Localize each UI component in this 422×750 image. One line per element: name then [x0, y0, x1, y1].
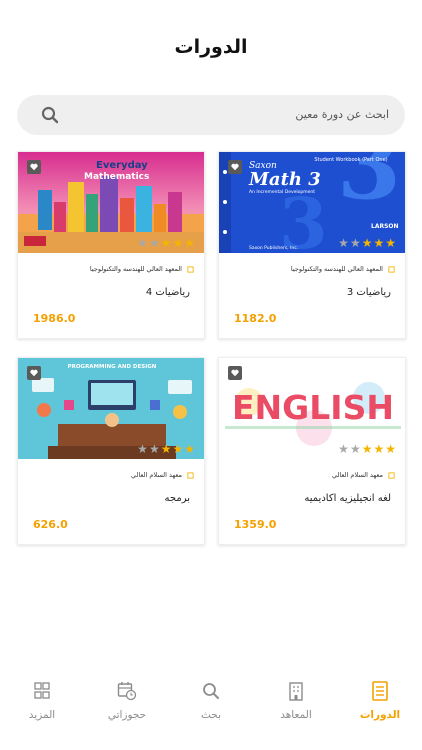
- favorite-icon[interactable]: [228, 160, 242, 174]
- cover-text: ENGLISH: [232, 388, 394, 427]
- star-icon: ★: [373, 442, 386, 456]
- building-icon: [187, 265, 194, 273]
- search-bar[interactable]: [17, 95, 405, 135]
- course-price: 1359.0: [234, 518, 277, 531]
- star-icon: ★: [338, 442, 350, 456]
- course-image: PROGRAMMING AND DESIGN ★★★★★: [18, 358, 204, 459]
- calendar-clock-icon: [117, 682, 137, 701]
- course-card[interactable]: ENGLISH ★★★★★ معهد السلام العالي لغه انج…: [218, 357, 406, 545]
- search-input[interactable]: [69, 95, 389, 135]
- tab-bookings[interactable]: حجوزاتي: [85, 681, 169, 721]
- building-icon: [289, 682, 303, 701]
- star-icon: ★: [137, 442, 149, 456]
- star-icon: ★: [148, 442, 161, 456]
- course-price: 1182.0: [234, 312, 277, 325]
- building-icon: [388, 265, 395, 273]
- course-card[interactable]: Everyday Mathematics ★★★★★ المعهد العالي…: [17, 151, 205, 339]
- star-icon: ★: [148, 236, 161, 250]
- star-icon: ★: [361, 442, 374, 456]
- favorite-icon[interactable]: [27, 160, 41, 174]
- page-title: الدورات: [174, 36, 248, 58]
- tab-search[interactable]: بحث: [169, 681, 253, 721]
- building-icon: [388, 471, 395, 479]
- star-icon: ★: [160, 442, 173, 456]
- cover-text: Math 3: [248, 169, 321, 190]
- institute-row: معهد السلام العالي: [219, 459, 405, 479]
- star-icon: ★: [373, 236, 386, 250]
- star-rating: ★★★★★: [137, 237, 196, 249]
- institute-name: معهد السلام العالي: [332, 471, 383, 479]
- course-image: ENGLISH ★★★★★: [219, 358, 405, 459]
- cover-text: An Incremental Development: [249, 189, 315, 195]
- tab-courses[interactable]: الدورات: [338, 681, 422, 721]
- star-icon: ★: [385, 236, 397, 250]
- cover-text: Saxon Publishers, Inc.: [249, 245, 298, 251]
- institute-name: معهد السلام العالي: [131, 471, 182, 479]
- course-name: لغه انجيليزيه اكاديميه: [304, 493, 391, 504]
- course-price: 1986.0: [33, 312, 76, 325]
- cover-text: Mathematics: [84, 172, 149, 182]
- grid-icon: [34, 682, 50, 699]
- course-image: Everyday Mathematics ★★★★★: [18, 152, 204, 253]
- favorite-icon[interactable]: [228, 366, 242, 380]
- institute-name: المعهد العالي للهندسه والتكنولوجيا: [89, 265, 182, 273]
- cover-text: Student Workbook (Part One): [314, 157, 387, 163]
- course-card[interactable]: PROGRAMMING AND DESIGN ★★★★★ معهد السلام…: [17, 357, 205, 545]
- course-name: رياضيات 3: [346, 287, 391, 298]
- star-icon: ★: [338, 236, 350, 250]
- tab-label: الدورات: [359, 709, 401, 721]
- star-rating: ★★★★★: [338, 237, 397, 249]
- star-icon: ★: [137, 236, 149, 250]
- star-icon: ★: [184, 236, 196, 250]
- institute-row: معهد السلام العالي: [18, 459, 204, 479]
- cover-text: LARSON: [371, 223, 399, 230]
- search-icon: [203, 683, 219, 699]
- star-icon: ★: [160, 236, 173, 250]
- star-icon: ★: [172, 236, 185, 250]
- course-name: رياضيات 4: [145, 287, 190, 298]
- document-icon: [372, 681, 388, 701]
- cover-text: Everyday: [96, 160, 148, 171]
- star-icon: ★: [349, 442, 362, 456]
- tab-more[interactable]: المزيد: [0, 681, 84, 721]
- star-icon: ★: [172, 442, 185, 456]
- search-icon[interactable]: [41, 106, 59, 124]
- course-card[interactable]: 3 3 Student Workbook (Part One) Saxon Ma…: [218, 151, 406, 339]
- tab-institutes[interactable]: المعاهد: [254, 681, 338, 721]
- course-price: 626.0: [33, 518, 68, 531]
- tab-label: المعاهد: [280, 709, 312, 721]
- star-icon: ★: [385, 442, 397, 456]
- favorite-icon[interactable]: [27, 366, 41, 380]
- star-rating: ★★★★★: [137, 443, 196, 455]
- tab-label: المزيد: [28, 709, 56, 721]
- institute-name: المعهد العالي للهندسه والتكنولوجيا: [290, 265, 383, 273]
- institute-row: المعهد العالي للهندسه والتكنولوجيا: [18, 253, 204, 273]
- institute-row: المعهد العالي للهندسه والتكنولوجيا: [219, 253, 405, 273]
- star-icon: ★: [184, 442, 196, 456]
- course-image: 3 3 Student Workbook (Part One) Saxon Ma…: [219, 152, 405, 253]
- cover-text: PROGRAMMING AND DESIGN: [68, 364, 157, 370]
- star-icon: ★: [361, 236, 374, 250]
- tab-label: بحث: [200, 709, 221, 721]
- building-icon: [187, 471, 194, 479]
- star-rating: ★★★★★: [338, 443, 397, 455]
- course-name: برمجه: [164, 493, 190, 504]
- tab-label: حجوزاتي: [107, 709, 147, 721]
- star-icon: ★: [349, 236, 362, 250]
